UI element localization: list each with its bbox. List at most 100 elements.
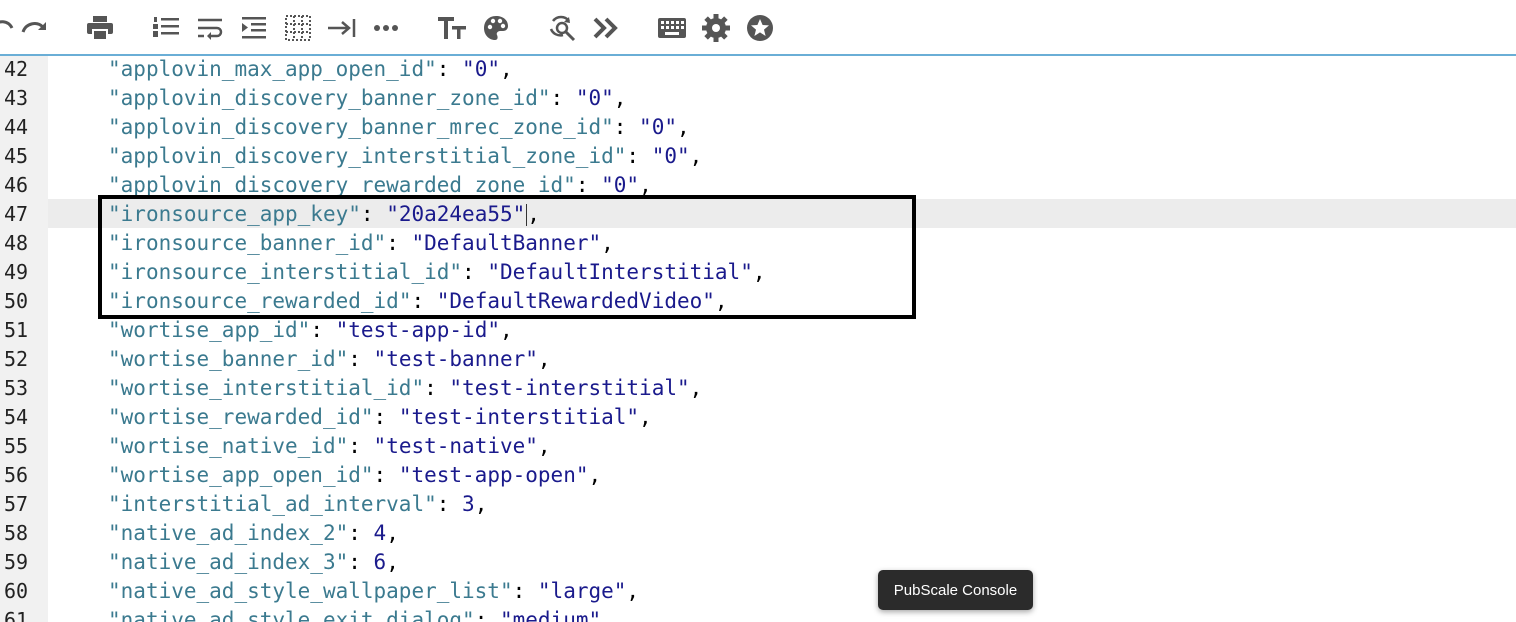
more-icon[interactable]	[370, 12, 402, 44]
quote: "	[108, 173, 121, 197]
indent-icon[interactable]	[238, 12, 270, 44]
json-key: wortise_native_id	[120, 434, 336, 458]
json-key: interstitial_ad_interval	[120, 492, 425, 516]
grid-icon[interactable]	[282, 12, 314, 44]
code-line: 44 "applovin_discovery_banner_mrec_zone_i…	[0, 113, 1516, 142]
quote: "	[499, 579, 513, 603]
code-editor[interactable]: 42 "applovin_max_app_open_id": "0", 43 "app…	[0, 56, 1516, 622]
json-key: wortise_banner_id	[120, 347, 336, 371]
colon: :	[436, 57, 463, 81]
colon: :	[626, 144, 652, 168]
json-key: native_ad_style_wallpaper_list	[120, 579, 500, 603]
colon: :	[373, 405, 399, 429]
code-line: 42 "applovin_max_app_open_id": "0",	[0, 56, 1516, 84]
quote: "	[108, 289, 121, 313]
code-content: "wortise_app_open_id": "test-app-open",	[108, 461, 601, 490]
json-value: 6	[373, 550, 387, 574]
quote: "	[108, 550, 121, 574]
wrap-text-icon[interactable]	[194, 12, 226, 44]
quote: "	[108, 144, 121, 168]
line-number: 55	[4, 434, 29, 458]
code-line: 58 "native_ad_index_2": 4,	[0, 519, 1516, 548]
trailing-comma: ,	[601, 231, 614, 255]
quote: "	[462, 608, 475, 622]
code-content: "wortise_interstitial_id": "test-interst…	[108, 374, 702, 403]
tooltip: PubScale Console	[878, 570, 1033, 610]
code-line: 50 "ironsource_rewarded_id": "DefaultRewa…	[0, 287, 1516, 316]
line-number: 47	[4, 202, 29, 226]
quote: "	[108, 405, 121, 429]
quote: "	[108, 260, 121, 284]
numbered-list-icon[interactable]	[150, 12, 182, 44]
star-icon[interactable]	[744, 12, 776, 44]
json-value: "0"	[575, 86, 614, 110]
quote: "	[424, 492, 437, 516]
quote: "	[398, 289, 412, 313]
json-key: ironsource_banner_id	[120, 231, 374, 255]
trailing-comma: ,	[500, 318, 513, 342]
text-size-icon[interactable]	[436, 12, 468, 44]
quote: "	[360, 463, 374, 487]
colon: :	[360, 202, 387, 226]
quote: "	[335, 434, 349, 458]
quote: "	[537, 86, 551, 110]
code-line: 59 "native_ad_index_3": 6,	[0, 548, 1516, 577]
quote: "	[108, 115, 121, 139]
code-line: 55 "wortise_native_id": "test-native",	[0, 432, 1516, 461]
trailing-comma: ,	[588, 463, 602, 487]
code-line: 57 "interstitial_ad_interval": 3,	[0, 490, 1516, 519]
colon: :	[411, 289, 437, 313]
trailing-comma: ,	[537, 434, 551, 458]
trailing-comma: ,	[689, 376, 703, 400]
line-number: 51	[4, 318, 29, 342]
keyboard-icon[interactable]	[656, 12, 688, 44]
quote: "	[601, 115, 614, 139]
code-line: 49 "ironsource_interstitial_id": "Default…	[0, 258, 1516, 287]
trailing-comma: ,	[752, 260, 766, 284]
line-number: 58	[4, 521, 29, 545]
undo-icon[interactable]	[0, 12, 18, 44]
tab-arrow-icon[interactable]	[326, 12, 358, 44]
code-content: "interstitial_ad_interval": 3,	[108, 490, 487, 519]
colon: :	[424, 376, 450, 400]
code-content: "native_ad_index_2": 4,	[108, 519, 399, 548]
gear-icon[interactable]	[700, 12, 732, 44]
json-key: native_ad_index_2	[120, 521, 336, 545]
toolbar	[0, 0, 1516, 56]
colon: :	[386, 231, 412, 255]
json-key: wortise_rewarded_id	[120, 405, 361, 429]
trailing-comma: ,	[386, 521, 399, 545]
quote: "	[348, 202, 361, 226]
colon: :	[474, 608, 500, 622]
json-key: wortise_interstitial_id	[120, 376, 412, 400]
json-value: "test-app-open"	[398, 463, 589, 487]
trailing-comma: ,	[537, 347, 551, 371]
search-replace-icon[interactable]	[546, 12, 578, 44]
code-line: 56 "wortise_app_open_id": "test-app-open"…	[0, 461, 1516, 490]
code-content: "ironsource_banner_id": "DefaultBanner",	[108, 229, 614, 258]
line-number: 45	[4, 144, 29, 168]
json-value: "DefaultInterstitial"	[487, 260, 753, 284]
json-value: "test-app-id"	[335, 318, 500, 342]
line-number: 42	[4, 57, 29, 81]
code-content: "native_ad_style_wallpaper_list": "large…	[108, 577, 639, 606]
json-key: native_ad_style_exit_dialog	[120, 608, 463, 622]
quote: "	[335, 521, 349, 545]
trailing-comma: ,	[527, 202, 540, 226]
palette-icon[interactable]	[480, 12, 512, 44]
colon: :	[310, 318, 336, 342]
print-icon[interactable]	[84, 12, 116, 44]
fast-forward-icon[interactable]	[590, 12, 622, 44]
trailing-comma: ,	[714, 289, 728, 313]
colon: :	[348, 347, 374, 371]
json-value: "20a24ea55"	[386, 202, 526, 226]
json-key: wortise_app_open_id	[120, 463, 361, 487]
line-number: 44	[4, 115, 29, 139]
code-content: "applovin_discovery_rewarded_zone_id": "…	[108, 171, 652, 200]
redo-icon[interactable]	[18, 12, 50, 44]
code-line: 60 "native_ad_style_wallpaper_list": "lar…	[0, 577, 1516, 606]
line-number: 46	[4, 173, 29, 197]
code-content: "ironsource_rewarded_id": "DefaultReward…	[108, 287, 728, 316]
code-content: "ironsource_app_key": "20a24ea55",	[108, 200, 540, 229]
code-line: 45 "applovin_discovery_interstitial_zone_…	[0, 142, 1516, 171]
